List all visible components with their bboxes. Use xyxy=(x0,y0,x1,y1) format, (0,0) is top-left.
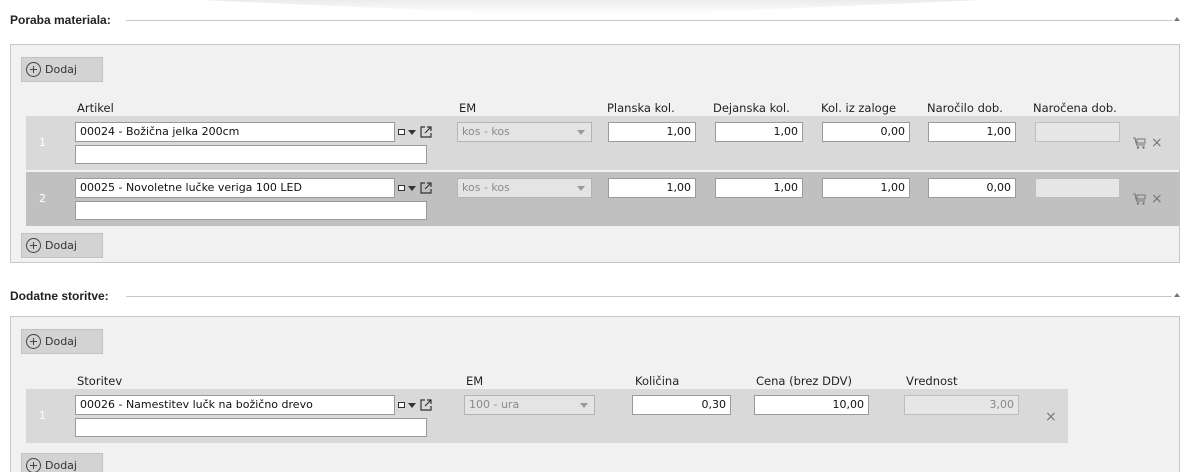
em-select[interactable]: kos - kos xyxy=(457,178,592,198)
square-icon[interactable] xyxy=(398,129,405,135)
em-select[interactable]: 100 - ura xyxy=(464,395,595,415)
services-panel: Dodaj Storitev EM Količina Cena (brez DD… xyxy=(10,316,1180,472)
kol-iz-zaloge-input[interactable]: 0,00 xyxy=(822,122,910,142)
plus-circle-icon xyxy=(26,334,41,349)
top-shadow-decoration xyxy=(200,0,980,14)
dejanska-kol-input[interactable]: 1,00 xyxy=(715,178,803,198)
add-button-label: Dodaj xyxy=(45,239,77,252)
add-button-label: Dodaj xyxy=(45,63,77,76)
service-row: 1 00026 - Namestitev lučk na božično dre… xyxy=(26,389,1068,443)
material-collapse-icon[interactable] xyxy=(1174,17,1180,21)
artikel-note-input[interactable] xyxy=(75,201,427,220)
external-link-icon[interactable] xyxy=(419,181,433,195)
narocena-dob-field xyxy=(1035,122,1120,142)
plus-circle-icon xyxy=(26,458,41,472)
cart-icon[interactable] xyxy=(1132,136,1148,150)
row-actions: × xyxy=(1132,192,1163,206)
row-actions: × xyxy=(1132,136,1163,150)
square-icon[interactable] xyxy=(398,185,405,191)
header-vrednost: Vrednost xyxy=(906,374,958,388)
artikel-input[interactable]: 00025 - Novoletne lučke veriga 100 LED xyxy=(75,178,395,198)
em-select-value: 100 - ura xyxy=(469,398,520,411)
header-storitev: Storitev xyxy=(77,374,123,388)
narocena-dob-field xyxy=(1035,178,1120,198)
material-row: 2 00025 - Novoletne lučke veriga 100 LED… xyxy=(26,172,1180,226)
dropdown-arrow-icon[interactable] xyxy=(408,129,416,135)
cart-icon[interactable] xyxy=(1132,192,1148,206)
plus-circle-icon xyxy=(26,62,41,77)
header-narocena-dob: Naročena dob. xyxy=(1033,101,1117,115)
cena-input[interactable]: 10,00 xyxy=(754,395,869,415)
close-icon[interactable]: × xyxy=(1151,136,1163,150)
material-panel: Dodaj Artikel EM Planska kol. Dejanska k… xyxy=(10,44,1180,263)
close-icon[interactable]: × xyxy=(1151,192,1163,206)
header-kol-iz-zaloge: Kol. iz zaloge xyxy=(821,101,897,115)
kol-iz-zaloge-input[interactable]: 1,00 xyxy=(822,178,910,198)
header-planska-kol: Planska kol. xyxy=(607,101,675,115)
storitev-note-input[interactable] xyxy=(75,418,427,437)
row-actions: × xyxy=(1045,410,1057,424)
external-link-icon[interactable] xyxy=(419,125,433,139)
material-section-title: Poraba materiala: xyxy=(10,13,111,27)
header-em: EM xyxy=(466,374,484,388)
services-section-divider xyxy=(126,296,1172,297)
storitev-combo-controls xyxy=(398,395,433,415)
dejanska-kol-input[interactable]: 1,00 xyxy=(715,122,803,142)
services-section-title: Dodatne storitve: xyxy=(10,289,109,303)
dropdown-arrow-icon[interactable] xyxy=(408,402,416,408)
narocilo-dob-input[interactable]: 0,00 xyxy=(928,178,1016,198)
planska-kol-input[interactable]: 1,00 xyxy=(608,122,696,142)
material-row: 1 00024 - Božična jelka 200cm kos - kos … xyxy=(26,116,1180,170)
header-artikel: Artikel xyxy=(77,101,114,115)
vrednost-field: 3,00 xyxy=(904,395,1019,415)
narocilo-dob-input[interactable]: 1,00 xyxy=(928,122,1016,142)
header-em: EM xyxy=(459,101,477,115)
chevron-down-icon xyxy=(580,403,588,408)
artikel-note-input[interactable] xyxy=(75,145,427,164)
em-select[interactable]: kos - kos xyxy=(457,122,592,142)
plus-circle-icon xyxy=(26,238,41,253)
artikel-input[interactable]: 00024 - Božična jelka 200cm xyxy=(75,122,395,142)
services-add-top-button[interactable]: Dodaj xyxy=(21,329,103,354)
artikel-combo-controls xyxy=(398,122,433,142)
material-add-top-button[interactable]: Dodaj xyxy=(21,57,103,82)
add-button-label: Dodaj xyxy=(45,459,77,472)
external-link-icon[interactable] xyxy=(419,398,433,412)
services-collapse-icon[interactable] xyxy=(1174,293,1180,297)
header-dejanska-kol: Dejanska kol. xyxy=(713,101,790,115)
material-add-bottom-button[interactable]: Dodaj xyxy=(21,233,103,258)
artikel-combo-controls xyxy=(398,178,433,198)
storitev-input[interactable]: 00026 - Namestitev lučk na božično drevo xyxy=(75,395,395,415)
kolicina-input[interactable]: 0,30 xyxy=(632,395,731,415)
square-icon[interactable] xyxy=(398,402,405,408)
header-narocilo-dob: Naročilo dob. xyxy=(927,101,1003,115)
row-number: 1 xyxy=(39,136,46,149)
dropdown-arrow-icon[interactable] xyxy=(408,185,416,191)
em-select-value: kos - kos xyxy=(462,125,510,138)
close-icon[interactable]: × xyxy=(1045,410,1057,424)
row-number: 1 xyxy=(39,409,46,422)
services-add-bottom-button[interactable]: Dodaj xyxy=(21,453,103,472)
add-button-label: Dodaj xyxy=(45,335,77,348)
planska-kol-input[interactable]: 1,00 xyxy=(608,178,696,198)
material-section-divider xyxy=(126,20,1172,21)
chevron-down-icon xyxy=(577,130,585,135)
em-select-value: kos - kos xyxy=(462,181,510,194)
header-cena: Cena (brez DDV) xyxy=(756,374,852,388)
header-kolicina: Količina xyxy=(635,374,680,388)
row-number: 2 xyxy=(39,192,46,205)
chevron-down-icon xyxy=(577,186,585,191)
work-order-materials-screen: Poraba materiala: Dodaj Artikel EM Plans… xyxy=(0,0,1180,472)
